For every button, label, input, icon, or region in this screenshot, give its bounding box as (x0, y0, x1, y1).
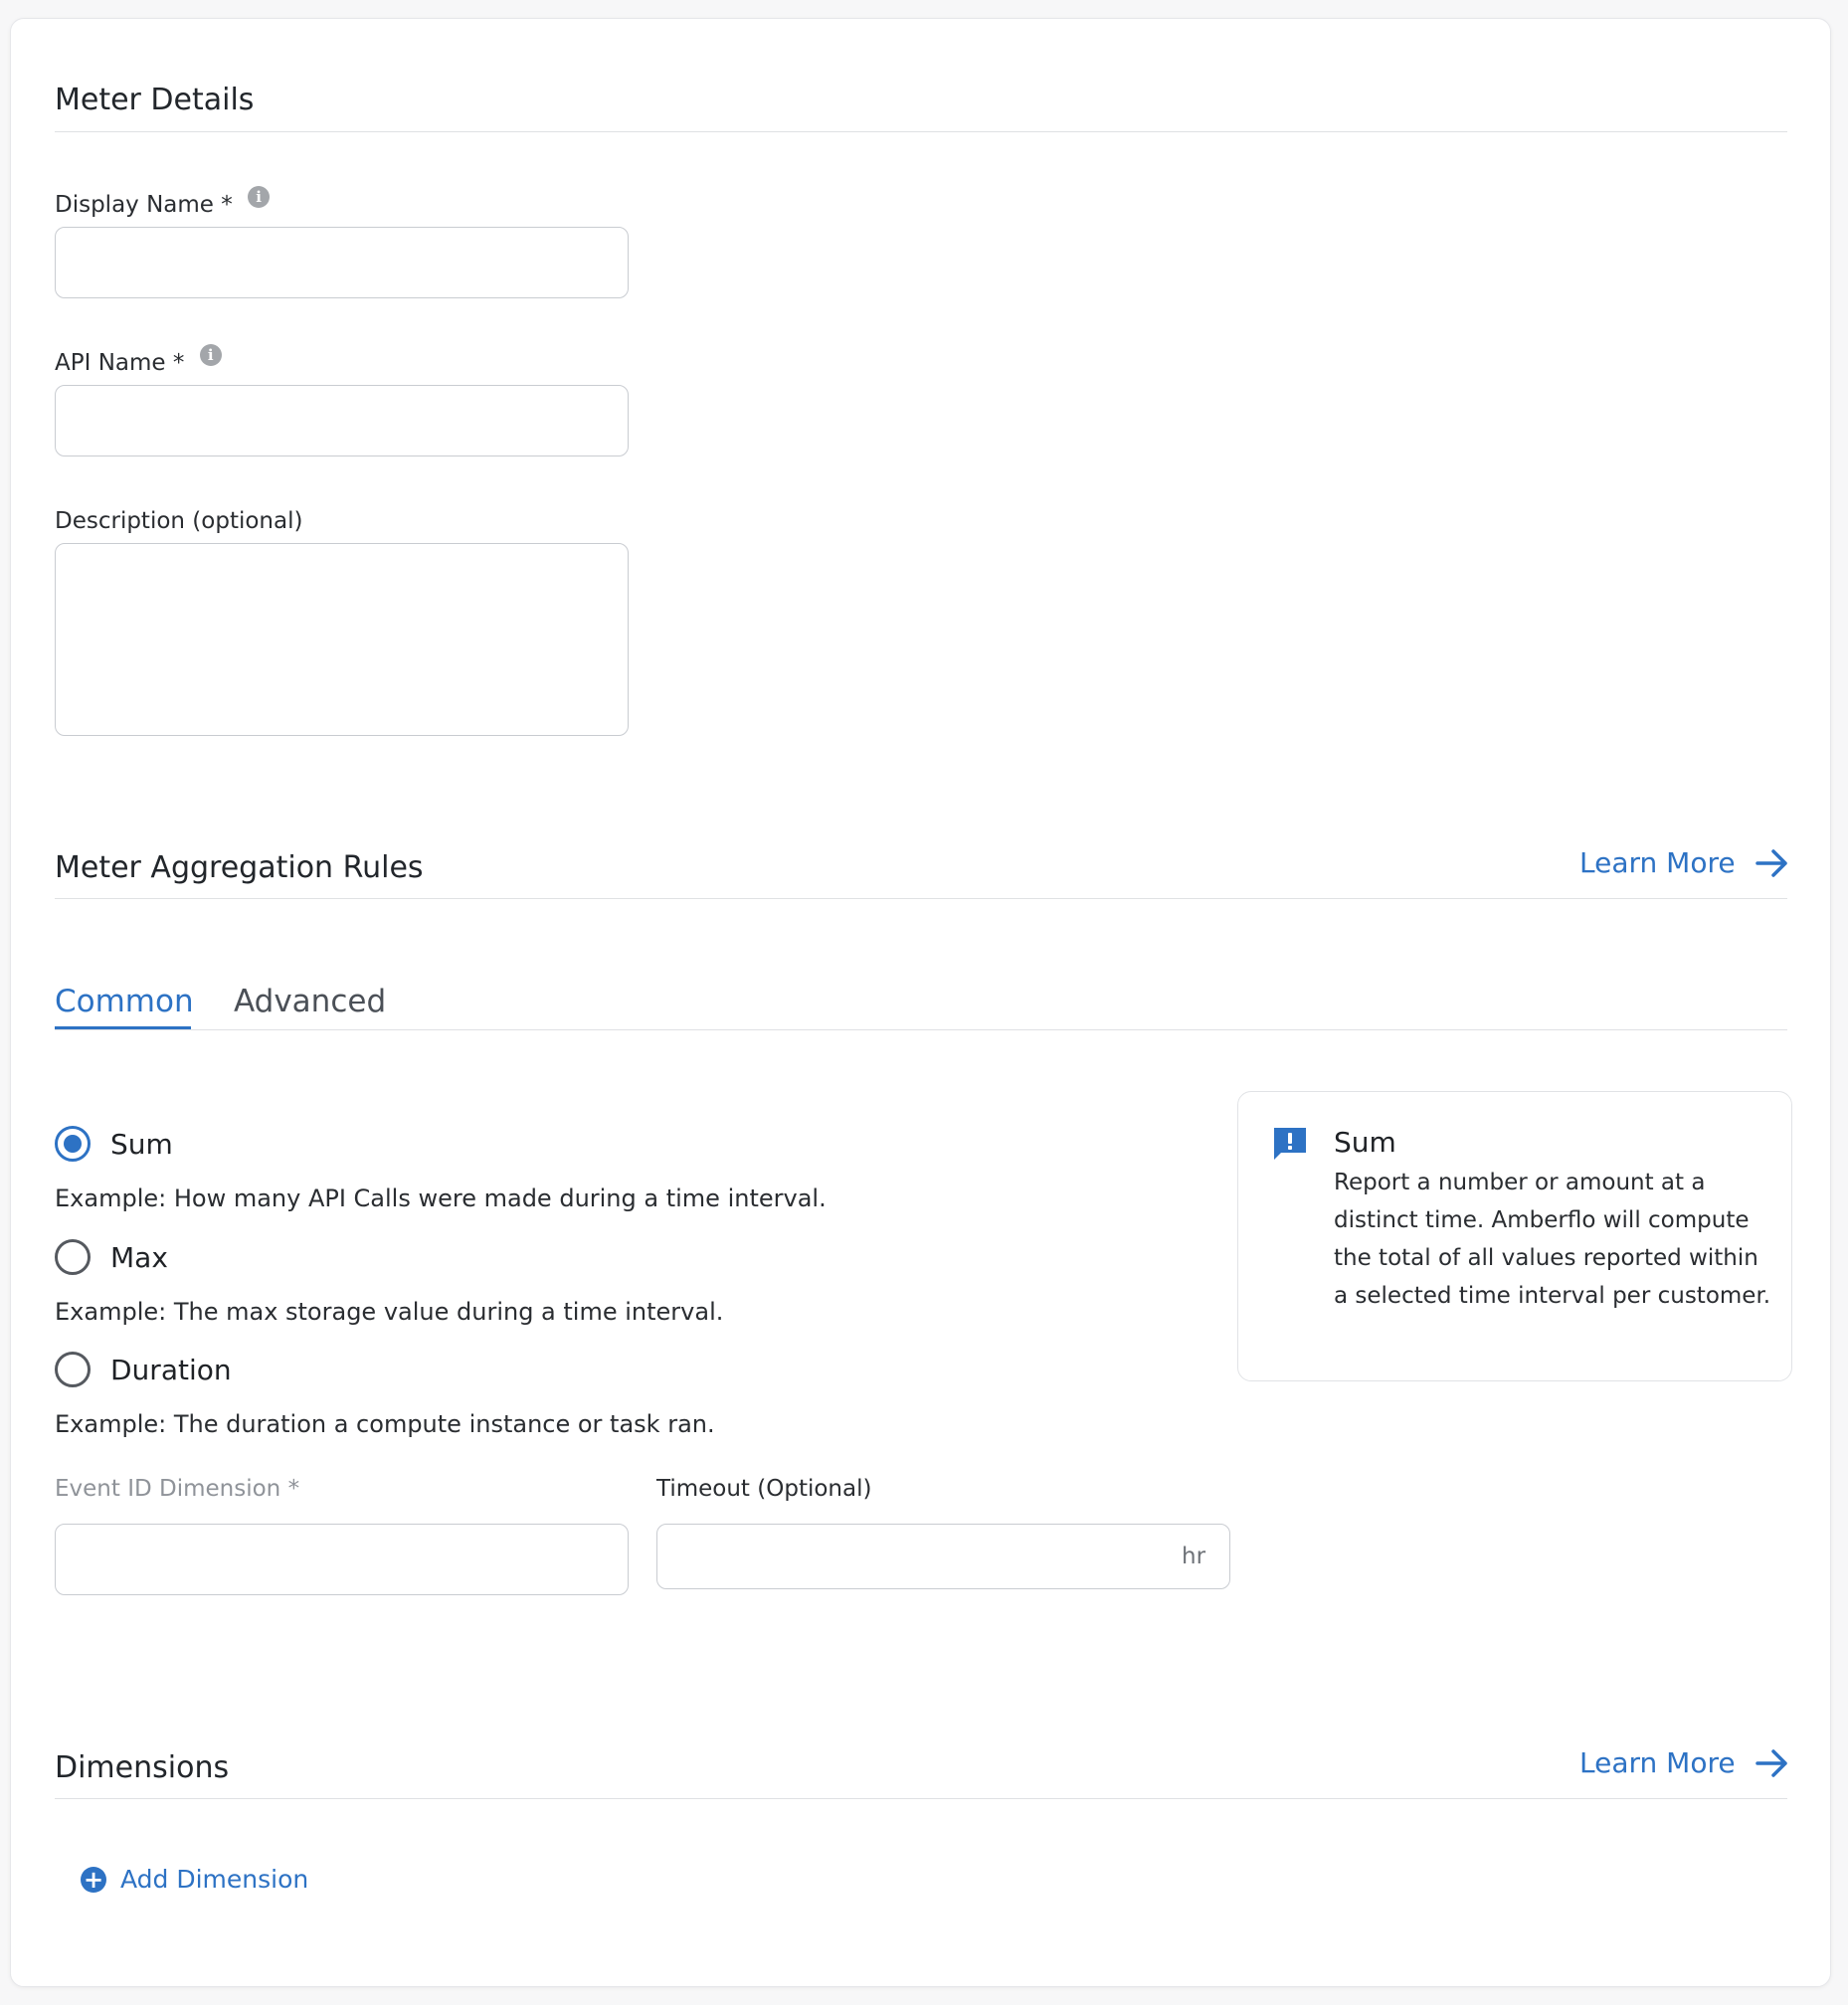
divider (55, 1798, 1787, 1799)
learn-more-label: Learn More (1579, 846, 1736, 879)
radio-label-duration: Duration (110, 1353, 232, 1386)
radio-button-checked[interactable] (55, 1126, 91, 1162)
add-circle-icon: + (81, 1866, 106, 1893)
info-box-text: Report a number or amount at a distinct … (1334, 1170, 1771, 1309)
event-id-input[interactable] (55, 1524, 629, 1595)
timeout-label: Timeout (Optional) (656, 1476, 872, 1502)
learn-more-link[interactable]: Learn More (1579, 846, 1789, 879)
dimensions-title: Dimensions (55, 1750, 230, 1785)
arrow-right-icon (1755, 1748, 1787, 1777)
add-dimension-label: Add Dimension (120, 1865, 309, 1894)
tabs-divider (55, 1029, 1787, 1030)
radio-button[interactable] (55, 1239, 91, 1275)
required-marker: * (172, 350, 185, 376)
example-text-sum: Example: How many API Calls were made du… (55, 1185, 827, 1212)
divider (55, 898, 1787, 899)
aggregation-info-box: Sum Report a number or amount at a disti… (1237, 1091, 1792, 1381)
radio-option-sum[interactable]: Sum (55, 1126, 173, 1162)
api-name-label: API Name * i (55, 344, 222, 378)
feedback-icon (1274, 1128, 1306, 1160)
add-dimension-button[interactable]: + Add Dimension (81, 1865, 308, 1894)
info-icon[interactable]: i (248, 186, 271, 208)
display-name-label: Display Name * i (55, 186, 271, 220)
api-name-input[interactable] (55, 385, 629, 456)
learn-more-label: Learn More (1579, 1746, 1736, 1779)
timeout-unit-suffix: hr (1182, 1544, 1206, 1569)
api-name-label-text: API Name (55, 350, 166, 376)
event-id-label: Event ID Dimension * (55, 1476, 300, 1502)
info-box-title: Sum (1334, 1126, 1396, 1159)
radio-label-sum: Sum (110, 1127, 173, 1161)
learn-more-link[interactable]: Learn More (1579, 1746, 1789, 1779)
radio-option-duration[interactable]: Duration (55, 1352, 232, 1387)
timeout-input[interactable] (656, 1524, 1230, 1589)
tab-common[interactable]: Common (55, 982, 194, 1021)
description-textarea[interactable] (55, 543, 629, 736)
display-name-input[interactable] (55, 227, 629, 298)
example-text-duration: Example: The duration a compute instance… (55, 1410, 715, 1438)
example-text-max: Example: The max storage value during a … (55, 1298, 724, 1326)
arrow-right-icon (1755, 848, 1787, 877)
meter-details-title: Meter Details (55, 83, 255, 117)
tab-advanced[interactable]: Advanced (234, 982, 386, 1021)
info-icon[interactable]: i (199, 344, 222, 366)
description-label: Description (optional) (55, 508, 303, 534)
required-marker: * (221, 192, 233, 218)
divider (55, 131, 1787, 132)
aggregation-rules-title: Meter Aggregation Rules (55, 850, 424, 885)
radio-option-max[interactable]: Max (55, 1239, 168, 1275)
radio-button[interactable] (55, 1352, 91, 1387)
radio-label-max: Max (110, 1240, 168, 1274)
meter-form-card: Meter Details Display Name * i API Name … (10, 18, 1831, 1987)
display-name-label-text: Display Name (55, 192, 214, 218)
